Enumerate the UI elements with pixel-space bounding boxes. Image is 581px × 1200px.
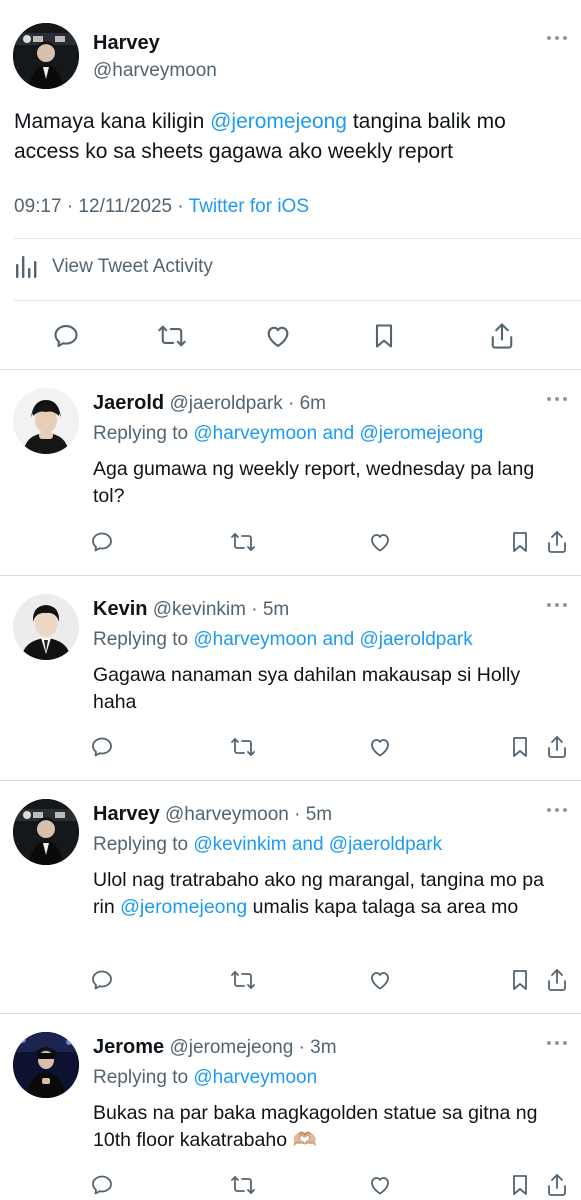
share-icon[interactable] — [482, 316, 522, 356]
reply-tweet[interactable]: Harvey @harveymoon · 5m Replying to @kev… — [0, 781, 581, 1013]
more-icon[interactable] — [547, 36, 567, 40]
author-handle[interactable]: @jeromejeong — [169, 1037, 293, 1058]
bookmark-icon[interactable] — [505, 965, 535, 995]
reply-tweet[interactable]: Kevin @kevinkim · 5m Replying to @harvey… — [0, 576, 581, 780]
reply-header: Harvey @harveymoon · 5m — [93, 803, 332, 826]
bookmark-icon[interactable] — [364, 316, 404, 356]
reply-text: Aga gumawa ng weekly report, wednesday p… — [93, 458, 535, 507]
reply-tweet[interactable]: Jaerold @jaeroldpark · 6m Replying to @h… — [0, 370, 581, 575]
retweet-icon[interactable] — [228, 1170, 258, 1200]
main-tweet: Harvey @harveymoon Mamaya kana kiligin @… — [0, 0, 581, 370]
main-actions — [0, 316, 581, 356]
reply-time: · 3m — [293, 1037, 337, 1058]
more-icon[interactable] — [547, 1041, 567, 1045]
reply-actions — [80, 965, 581, 995]
more-icon[interactable] — [547, 603, 567, 607]
like-icon[interactable] — [365, 1170, 395, 1200]
share-icon[interactable] — [542, 965, 572, 995]
author-name[interactable]: Jerome — [93, 1036, 164, 1058]
replying-to-link[interactable]: @kevinkim and @jaeroldpark — [193, 834, 442, 855]
avatar[interactable] — [13, 799, 79, 865]
reply-icon[interactable] — [87, 527, 117, 557]
like-icon[interactable] — [365, 527, 395, 557]
reply-time: · 5m — [245, 599, 290, 620]
divider — [14, 238, 581, 239]
timestamp: 09:17 · 12/11/2025 · — [14, 196, 189, 217]
replying-to-link[interactable]: @harveymoon and @jeromejeong — [193, 423, 483, 444]
replying-to: Replying to @harveymoon and @jaeroldpark — [93, 629, 473, 650]
tweet-text: Mamaya kana kiligin @jeromejeong tangina… — [14, 110, 506, 163]
mention-link[interactable]: @jeromejeong — [210, 110, 347, 133]
reply-header: Kevin @kevinkim · 5m — [93, 598, 289, 621]
bookmark-icon[interactable] — [505, 732, 535, 762]
reply-text: Gagawa nanaman sya dahilan makausap si H… — [93, 664, 521, 713]
tweet-meta: 09:17 · 12/11/2025 · Twitter for iOS — [14, 196, 309, 218]
retweet-icon[interactable] — [152, 316, 192, 356]
reply-icon[interactable] — [46, 316, 86, 356]
reply-actions — [80, 527, 581, 557]
share-icon[interactable] — [542, 1170, 572, 1200]
divider — [14, 300, 581, 301]
share-icon[interactable] — [542, 732, 572, 762]
reply-time: · 5m — [288, 804, 333, 825]
reply-text: Bukas na par baka magkagolden statue sa … — [93, 1102, 538, 1151]
author-handle[interactable]: @jaeroldpark — [169, 393, 282, 414]
activity-label: View Tweet Activity — [52, 256, 213, 277]
author-name[interactable]: Harvey — [93, 32, 160, 55]
avatar[interactable] — [13, 594, 79, 660]
replying-to-link[interactable]: @harveymoon and @jaeroldpark — [193, 629, 472, 650]
more-icon[interactable] — [547, 808, 567, 812]
like-icon[interactable] — [365, 732, 395, 762]
source-link[interactable]: Twitter for iOS — [189, 196, 309, 217]
replying-to: Replying to @harveymoon — [93, 1067, 318, 1088]
bookmark-icon[interactable] — [505, 527, 535, 557]
replying-to: Replying to @kevinkim and @jaeroldpark — [93, 834, 443, 855]
more-icon[interactable] — [547, 397, 567, 401]
reply-icon[interactable] — [87, 732, 117, 762]
replying-to-link[interactable]: @harveymoon — [193, 1067, 317, 1088]
author-name[interactable]: Kevin — [93, 598, 147, 620]
share-icon[interactable] — [542, 527, 572, 557]
reply-icon[interactable] — [87, 1170, 117, 1200]
avatar[interactable] — [13, 1032, 79, 1098]
author-handle[interactable]: @kevinkim — [153, 599, 246, 620]
author-handle[interactable]: @harveymoon — [93, 60, 217, 82]
reply-time: · 6m — [282, 393, 327, 414]
reply-actions — [80, 1170, 581, 1200]
reply-text: Ulol nag tratrabaho ako ng marangal, tan… — [93, 869, 544, 918]
view-activity-button[interactable]: View Tweet Activity — [14, 254, 213, 280]
reply-header: Jaerold @jaeroldpark · 6m — [93, 392, 326, 415]
reply-icon[interactable] — [87, 965, 117, 995]
retweet-icon[interactable] — [228, 527, 258, 557]
activity-icon — [14, 254, 40, 280]
avatar[interactable] — [13, 23, 79, 89]
reply-header: Jerome @jeromejeong · 3m — [93, 1036, 337, 1059]
like-icon[interactable] — [365, 965, 395, 995]
retweet-icon[interactable] — [228, 732, 258, 762]
replying-to: Replying to @harveymoon and @jeromejeong — [93, 423, 484, 444]
avatar[interactable] — [13, 388, 79, 454]
bookmark-icon[interactable] — [505, 1170, 535, 1200]
author-name[interactable]: Jaerold — [93, 392, 164, 414]
mention-link[interactable]: @jeromejeong — [120, 896, 247, 918]
reply-tweet[interactable]: Jerome @jeromejeong · 3m Replying to @ha… — [0, 1014, 581, 1200]
author-name[interactable]: Harvey — [93, 803, 160, 825]
reply-actions — [80, 732, 581, 762]
like-icon[interactable] — [258, 316, 298, 356]
retweet-icon[interactable] — [228, 965, 258, 995]
author-handle[interactable]: @harveymoon — [165, 804, 289, 825]
